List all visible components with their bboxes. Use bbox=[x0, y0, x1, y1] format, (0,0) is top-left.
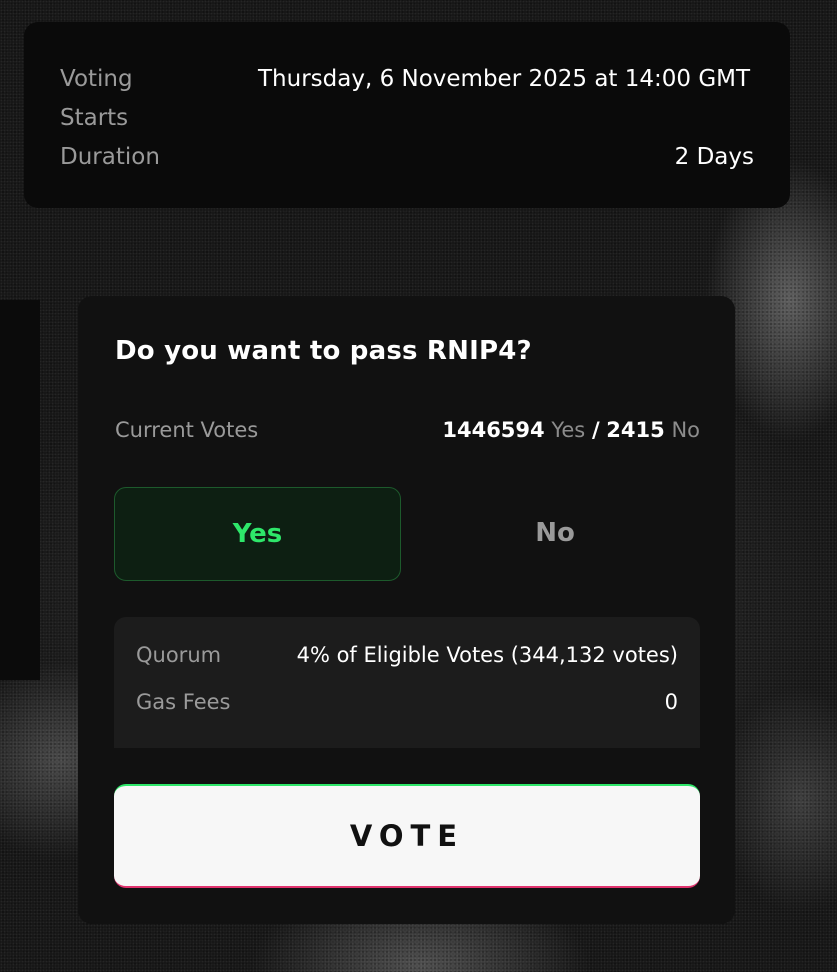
poll-question: Do you want to pass RNIP4? bbox=[115, 336, 532, 366]
votes-separator: / bbox=[591, 418, 600, 442]
yes-word: Yes bbox=[551, 418, 586, 442]
voting-starts-value: Thursday, 6 November 2025 at 14:00 GMT bbox=[258, 66, 751, 92]
gas-fees-label: Gas Fees bbox=[136, 690, 231, 714]
vote-panel: Do you want to pass RNIP4? Current Votes… bbox=[78, 296, 735, 924]
voting-starts-label: Voting Starts bbox=[60, 66, 133, 131]
quorum-value: 4% of Eligible Votes (344,132 votes) bbox=[296, 643, 678, 667]
current-votes-values: 1446594 Yes / 2415 No bbox=[442, 418, 700, 442]
quorum-label: Quorum bbox=[136, 643, 222, 667]
option-no-button[interactable]: No bbox=[411, 487, 699, 579]
duration-label: Duration bbox=[60, 144, 160, 170]
no-word: No bbox=[671, 418, 700, 442]
schedule-card: Voting Starts Thursday, 6 November 2025 … bbox=[24, 22, 790, 208]
current-votes-label: Current Votes bbox=[115, 418, 259, 442]
yes-count: 1446594 bbox=[442, 418, 545, 442]
no-count: 2415 bbox=[606, 418, 665, 442]
background-shadow bbox=[0, 300, 40, 680]
gas-fees-value: 0 bbox=[664, 690, 678, 714]
vote-button[interactable]: VOTE bbox=[114, 784, 700, 888]
duration-value: 2 Days bbox=[674, 144, 754, 170]
option-yes-button[interactable]: Yes bbox=[114, 487, 401, 581]
vote-details-box: Quorum 4% of Eligible Votes (344,132 vot… bbox=[114, 617, 700, 748]
